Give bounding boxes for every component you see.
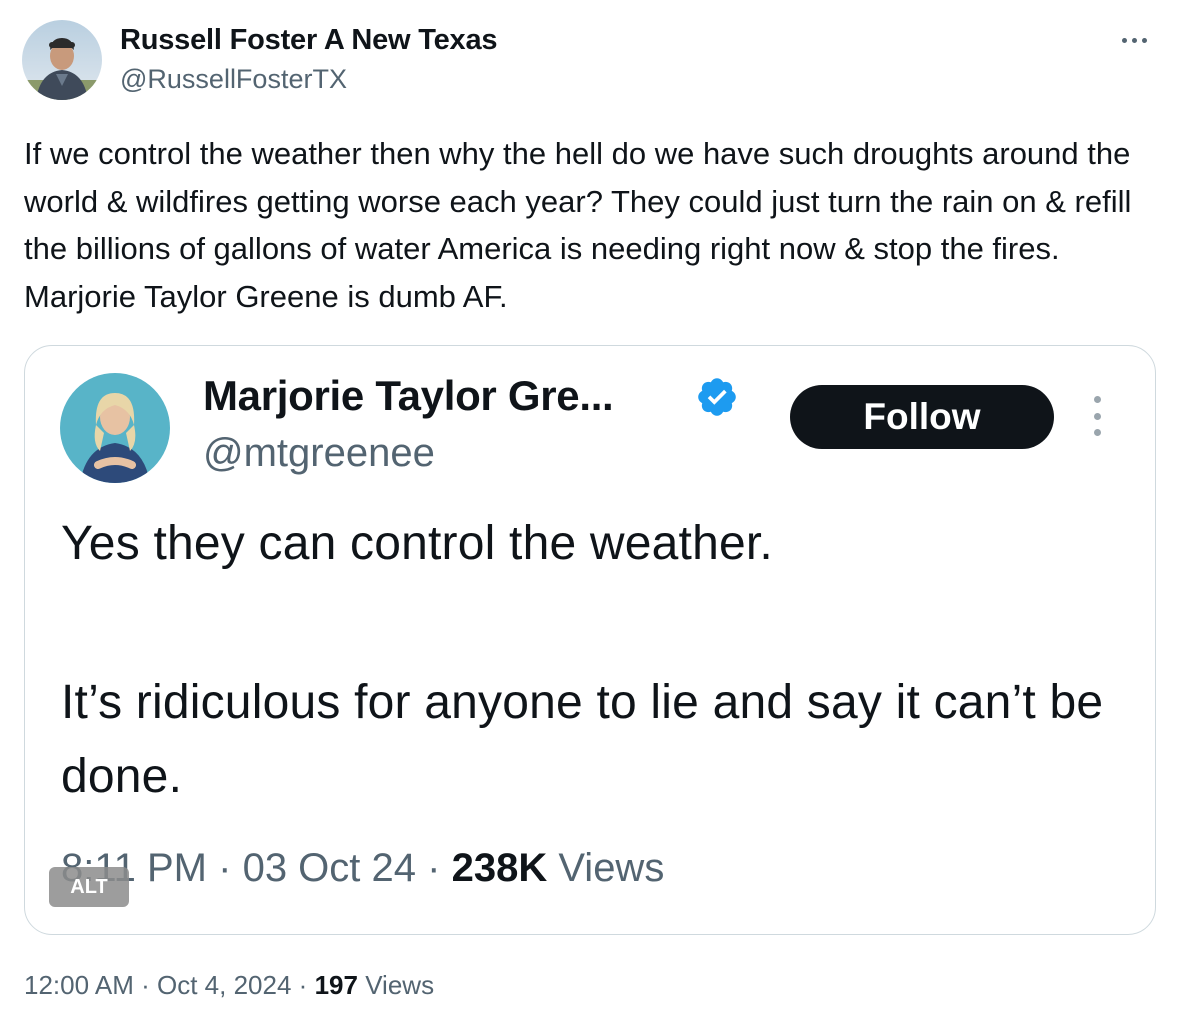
quoted-views-count: 238K xyxy=(451,846,548,890)
author-avatar[interactable] xyxy=(22,20,102,100)
author-handle[interactable]: @RussellFosterTX xyxy=(120,64,347,95)
quoted-views-label: Views xyxy=(558,846,665,890)
separator: · xyxy=(218,846,232,890)
quoted-meta: 8:11 PM · 03 Oct 24 · 238K Views xyxy=(61,846,664,891)
tweet-meta: 12:00 AM · Oct 4, 2024 · 197 Views xyxy=(24,970,434,1001)
quoted-author-name: Marjorie Taylor Gre... xyxy=(203,372,614,419)
quoted-text-line1: Yes they can control the weather. xyxy=(61,517,773,570)
tweet-time[interactable]: 12:00 AM xyxy=(24,970,134,1000)
quoted-author-avatar xyxy=(60,373,170,483)
more-vertical-icon xyxy=(1087,396,1107,436)
views-count[interactable]: 197 xyxy=(315,970,358,1000)
tweet-image[interactable]: Marjorie Taylor Gre... @mtgreenee Follow… xyxy=(24,345,1156,935)
follow-button: Follow xyxy=(790,385,1054,449)
separator: · xyxy=(141,970,150,1000)
separator: · xyxy=(298,970,308,1000)
separator: · xyxy=(427,846,441,890)
tweet: Russell Foster A New Texas @RussellFoste… xyxy=(0,0,1182,1032)
more-icon[interactable] xyxy=(1112,28,1156,52)
verified-badge-icon xyxy=(698,378,736,416)
views-label[interactable]: Views xyxy=(365,970,434,1000)
tweet-text: If we control the weather then why the h… xyxy=(24,136,1132,314)
author-name[interactable]: Russell Foster A New Texas xyxy=(120,24,498,57)
alt-badge[interactable]: ALT xyxy=(49,867,129,907)
quoted-date: 03 Oct 24 xyxy=(242,846,417,890)
quoted-author-handle: @mtgreenee xyxy=(203,431,435,475)
tweet-date[interactable]: Oct 4, 2024 xyxy=(157,970,291,1000)
quoted-text-line2: It’s ridiculous for anyone to lie and sa… xyxy=(61,676,1104,803)
